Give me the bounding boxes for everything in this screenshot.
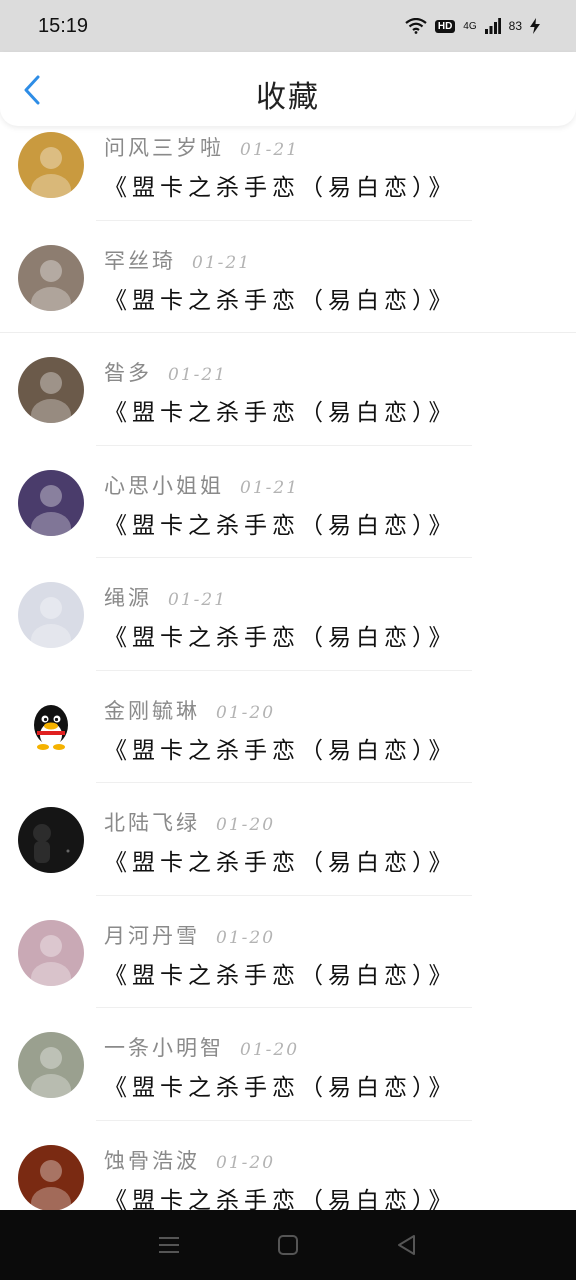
system-nav-bar xyxy=(0,1210,576,1280)
favorites-list[interactable]: 问风三岁啦 01-21 《盟卡之杀手恋（易白恋）》 罕丝琦 01-21 《盟卡之杀手恋（易… xyxy=(0,108,576,1210)
user-avatar-icon xyxy=(31,372,71,423)
user-avatar-icon xyxy=(31,259,71,311)
item-date: 01-21 xyxy=(240,140,300,160)
item-username[interactable]: 罕丝琦 xyxy=(104,245,176,275)
page-title: 收藏 xyxy=(256,80,320,115)
list-item[interactable]: 罕丝琦 01-21 《盟卡之杀手恋（易白恋）》 xyxy=(0,221,576,333)
item-date: 01-21 xyxy=(240,477,300,498)
item-meta: 问风三岁啦 01-21 xyxy=(104,132,299,160)
item-title[interactable]: 《盟卡之杀手恋（易白恋）》 xyxy=(104,1181,457,1211)
item-meta: 金刚毓琳 01-20 xyxy=(104,695,275,723)
status-bar: 15:19 HD 4G 83 xyxy=(0,0,576,52)
item-meta: 蚀骨浩波 01-20 xyxy=(104,1145,275,1173)
item-date: 01-20 xyxy=(216,815,276,835)
home-square-icon xyxy=(277,1235,298,1255)
penguin-icon xyxy=(34,704,68,750)
item-title[interactable]: 《盟卡之杀手恋（易白恋）》 xyxy=(104,506,457,540)
avatar[interactable] xyxy=(18,1032,84,1098)
menu-icon xyxy=(159,1237,180,1253)
item-title[interactable]: 《盟卡之杀手恋（易白恋）》 xyxy=(104,731,457,765)
avatar[interactable] xyxy=(18,357,84,423)
user-avatar-icon xyxy=(31,1047,71,1098)
charging-icon xyxy=(530,18,540,34)
item-meta: 一条小明智 01-20 xyxy=(104,1032,299,1060)
list-item[interactable]: 绳源 01-21 《盟卡之杀手恋（易白恋）》 xyxy=(0,558,576,671)
user-avatar-icon xyxy=(31,147,71,198)
user-avatar-icon xyxy=(31,484,71,536)
list-item[interactable]: 月河丹雪 01-20 《盟卡之杀手恋（易白恋）》 xyxy=(0,896,576,1008)
item-username[interactable]: 蚀骨浩波 xyxy=(104,1145,200,1175)
avatar[interactable] xyxy=(18,582,84,648)
item-date: 01-21 xyxy=(168,365,228,385)
list-item[interactable]: 心思小姐姐 01-21 《盟卡之杀手恋（易白恋）》 xyxy=(0,446,576,558)
menu-button[interactable] xyxy=(149,1225,189,1265)
item-username[interactable]: 金刚毓琳 xyxy=(104,695,200,725)
item-username[interactable]: 心思小姐姐 xyxy=(104,470,224,500)
item-date: 01-21 xyxy=(168,590,228,610)
item-date: 01-21 xyxy=(192,252,252,273)
item-title[interactable]: 《盟卡之杀手恋（易白恋）》 xyxy=(104,956,457,990)
avatar[interactable] xyxy=(18,132,84,198)
signal-icon xyxy=(484,18,501,34)
network-type: 4G xyxy=(463,20,477,32)
item-username[interactable]: 问风三岁啦 xyxy=(104,132,224,162)
item-username[interactable]: 绳源 xyxy=(104,582,152,612)
page-header: 收藏 xyxy=(0,52,576,126)
item-title[interactable]: 《盟卡之杀手恋（易白恋）》 xyxy=(104,281,457,315)
avatar[interactable] xyxy=(18,244,84,311)
item-title[interactable]: 《盟卡之杀手恋（易白恋）》 xyxy=(104,393,457,427)
item-title[interactable]: 《盟卡之杀手恋（易白恋）》 xyxy=(104,1068,457,1102)
item-title[interactable]: 《盟卡之杀手恋（易白恋）》 xyxy=(104,843,457,877)
avatar[interactable] xyxy=(18,1144,84,1210)
item-username[interactable]: 昝多 xyxy=(104,357,152,387)
item-date: 01-20 xyxy=(216,927,276,948)
battery-level: 83 xyxy=(508,19,522,33)
silhouette-icon xyxy=(33,824,70,863)
list-item[interactable]: 北陆飞绿 01-20 《盟卡之杀手恋（易白恋）》 xyxy=(0,783,576,896)
avatar[interactable] xyxy=(18,807,84,873)
item-username[interactable]: 北陆飞绿 xyxy=(104,807,200,837)
item-meta: 心思小姐姐 01-21 xyxy=(104,470,299,498)
item-meta: 绳源 01-21 xyxy=(104,582,227,610)
item-meta: 昝多 01-21 xyxy=(104,357,227,385)
item-date: 01-20 xyxy=(216,1152,276,1173)
hd-badge: HD xyxy=(434,19,456,33)
item-title[interactable]: 《盟卡之杀手恋（易白恋）》 xyxy=(104,168,457,202)
user-avatar-icon xyxy=(31,1159,71,1210)
list-item[interactable]: 一条小明智 01-20 《盟卡之杀手恋（易白恋）》 xyxy=(0,1008,576,1121)
status-icons: HD 4G 83 xyxy=(405,18,540,34)
list-item[interactable]: 昝多 01-21 《盟卡之杀手恋（易白恋）》 xyxy=(0,333,576,446)
item-username[interactable]: 一条小明智 xyxy=(104,1032,224,1062)
item-title[interactable]: 《盟卡之杀手恋（易白恋）》 xyxy=(104,618,457,652)
user-avatar-icon xyxy=(31,597,71,648)
back-triangle-icon xyxy=(397,1235,415,1255)
home-button[interactable] xyxy=(268,1225,308,1265)
item-meta: 北陆飞绿 01-20 xyxy=(104,807,275,835)
avatar[interactable] xyxy=(18,919,84,986)
back-nav-button[interactable] xyxy=(387,1225,427,1265)
user-avatar-icon xyxy=(31,934,71,986)
item-date: 01-20 xyxy=(240,1040,300,1060)
item-meta: 月河丹雪 01-20 xyxy=(104,920,275,948)
item-username[interactable]: 月河丹雪 xyxy=(104,920,200,950)
list-item[interactable]: 金刚毓琳 01-20 《盟卡之杀手恋（易白恋）》 xyxy=(0,671,576,783)
item-date: 01-20 xyxy=(216,702,276,723)
wifi-icon xyxy=(405,18,427,34)
list-item[interactable]: 蚀骨浩波 01-20 《盟卡之杀手恋（易白恋）》 xyxy=(0,1121,576,1211)
avatar[interactable] xyxy=(18,469,84,536)
status-time: 15:19 xyxy=(38,14,89,37)
avatar[interactable] xyxy=(18,694,84,761)
item-meta: 罕丝琦 01-21 xyxy=(104,245,251,273)
